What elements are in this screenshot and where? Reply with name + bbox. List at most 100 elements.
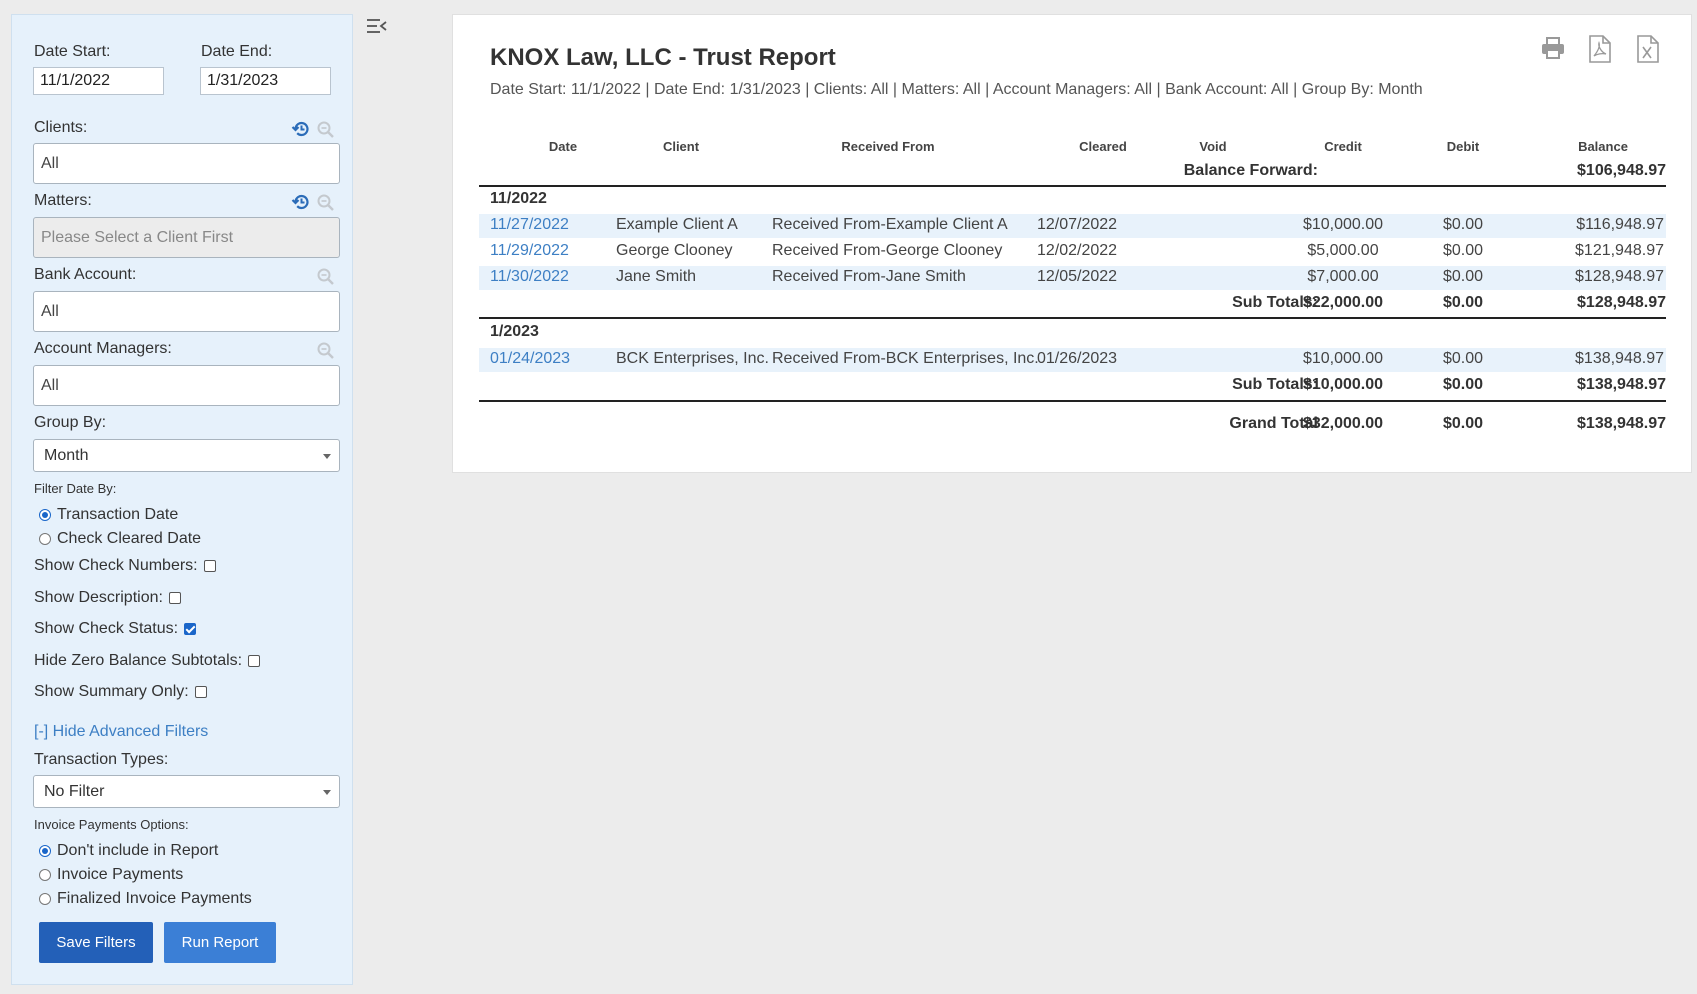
row-client: BCK Enterprises, Inc. (616, 350, 769, 367)
matters-reset-icon[interactable] (291, 192, 311, 217)
divider (479, 400, 1666, 402)
excel-icon[interactable] (1636, 35, 1660, 68)
row-debit: $0.00 (1442, 242, 1484, 259)
grand-total-debit: $0.00 (1442, 415, 1484, 432)
hide-zero-balance-label: Hide Zero Balance Subtotals: (34, 652, 243, 669)
radio-dont-include[interactable]: Don't include in Report (39, 842, 218, 860)
subtotal-debit: $0.00 (1442, 294, 1484, 311)
matters-search-icon[interactable] (316, 193, 335, 217)
radio-finalized-invoice-payments-label: Finalized Invoice Payments (57, 890, 252, 907)
bank-account-search-icon[interactable] (316, 267, 335, 291)
show-check-status-checkbox[interactable] (184, 623, 197, 635)
hide-zero-balance-row[interactable]: Hide Zero Balance Subtotals: (34, 652, 261, 670)
col-header-cleared: Cleared (1079, 139, 1127, 154)
col-header-debit: Debit (1446, 139, 1480, 154)
radio-unselected-icon[interactable] (39, 533, 51, 545)
row-client: George Clooney (616, 242, 733, 259)
show-description-checkbox[interactable] (168, 592, 181, 604)
date-start-input[interactable] (33, 67, 164, 95)
pdf-icon[interactable] (1588, 35, 1612, 68)
row-credit: $10,000.00 (1302, 350, 1384, 367)
group-by-label: Group By: (34, 414, 107, 431)
account-managers-field[interactable]: All (33, 365, 340, 406)
radio-check-cleared-date[interactable]: Check Cleared Date (39, 530, 201, 548)
radio-transaction-date[interactable]: Transaction Date (39, 506, 178, 524)
row-received-from: Received From-Example Client A (772, 216, 1008, 233)
show-description-label: Show Description: (34, 589, 163, 606)
row-balance: $121,948.97 (1575, 242, 1664, 259)
date-end-label: Date End: (201, 43, 273, 60)
row-debit: $0.00 (1442, 350, 1484, 367)
radio-invoice-payments-label: Invoice Payments (57, 866, 184, 883)
show-check-status-label: Show Check Status: (34, 620, 179, 637)
radio-selected-icon[interactable] (39, 509, 51, 521)
show-check-numbers-row[interactable]: Show Check Numbers: (34, 557, 216, 575)
balance-forward-value: $106,948.97 (1577, 162, 1666, 179)
save-filters-button[interactable]: Save Filters (39, 922, 153, 963)
show-check-numbers-label: Show Check Numbers: (34, 557, 198, 574)
transaction-date-link[interactable]: 11/29/2022 (490, 242, 569, 260)
radio-check-cleared-date-label: Check Cleared Date (57, 530, 202, 547)
col-header-balance: Balance (1578, 139, 1628, 154)
matters-field: Please Select a Client First (33, 217, 340, 258)
transaction-date-link[interactable]: 11/27/2022 (490, 216, 569, 234)
account-managers-search-icon[interactable] (316, 341, 335, 365)
show-check-status-row[interactable]: Show Check Status: (34, 620, 197, 638)
run-report-button[interactable]: Run Report (164, 922, 276, 963)
row-credit: $5,000.00 (1307, 242, 1379, 259)
show-description-row[interactable]: Show Description: (34, 589, 181, 607)
row-cleared: 12/02/2022 (1037, 242, 1118, 259)
clients-search-icon[interactable] (316, 120, 335, 144)
row-credit: $7,000.00 (1307, 268, 1379, 285)
radio-selected-icon[interactable] (39, 845, 51, 857)
radio-invoice-payments[interactable]: Invoice Payments (39, 866, 183, 884)
hide-zero-balance-checkbox[interactable] (248, 655, 261, 667)
group-label: 1/2023 (490, 323, 539, 340)
date-end-input[interactable] (200, 67, 331, 95)
radio-finalized-invoice-payments[interactable]: Finalized Invoice Payments (39, 890, 252, 908)
row-debit: $0.00 (1442, 216, 1484, 233)
group-by-select[interactable]: Month (33, 439, 340, 472)
col-header-date: Date (548, 139, 578, 154)
row-cleared: 12/07/2022 (1037, 216, 1118, 233)
bank-account-field[interactable]: All (33, 291, 340, 332)
filter-sidebar: Date Start: Date End: Clients: All Matte… (11, 14, 353, 985)
show-summary-only-row[interactable]: Show Summary Only: (34, 683, 207, 701)
clients-value: All (41, 154, 59, 172)
group-label: 11/2022 (490, 190, 547, 207)
chevron-down-icon (323, 453, 331, 459)
radio-unselected-icon[interactable] (39, 869, 51, 881)
transaction-types-label: Transaction Types: (34, 751, 169, 768)
clients-field[interactable]: All (33, 143, 340, 184)
col-header-credit: Credit (1324, 139, 1362, 154)
clients-label: Clients: (34, 119, 88, 136)
clients-reset-icon[interactable] (291, 119, 311, 144)
row-client: Jane Smith (616, 268, 697, 285)
show-summary-only-checkbox[interactable] (194, 686, 207, 698)
row-received-from: Received From-BCK Enterprises, Inc. (772, 350, 1039, 367)
row-cleared: 01/26/2023 (1037, 350, 1118, 367)
col-header-void: Void (1199, 139, 1227, 154)
transaction-date-link[interactable]: 01/24/2023 (490, 350, 570, 368)
radio-unselected-icon[interactable] (39, 893, 51, 905)
filter-date-by-label: Filter Date By: (34, 481, 117, 496)
row-received-from: Received From-George Clooney (772, 242, 1003, 259)
report-filter-summary: Date Start: 11/1/2022 | Date End: 1/31/2… (490, 81, 1423, 98)
chevron-down-icon (323, 789, 331, 795)
subtotal-credit: $22,000.00 (1302, 294, 1384, 311)
subtotal-debit: $0.00 (1442, 376, 1484, 393)
subtotal-balance: $128,948.97 (1577, 294, 1666, 311)
show-check-numbers-checkbox[interactable] (203, 560, 216, 572)
matters-label: Matters: (34, 192, 92, 209)
report-title: KNOX Law, LLC - Trust Report (490, 44, 836, 71)
transaction-date-link[interactable]: 11/30/2022 (490, 268, 569, 286)
printer-icon[interactable] (1540, 35, 1566, 66)
hide-advanced-filters-link[interactable]: [-] Hide Advanced Filters (34, 723, 208, 741)
collapse-sidebar-icon[interactable] (366, 18, 388, 41)
transaction-types-select[interactable]: No Filter (33, 775, 340, 808)
matters-placeholder: Please Select a Client First (41, 228, 234, 246)
account-managers-label: Account Managers: (34, 340, 172, 357)
date-start-label: Date Start: (34, 43, 111, 60)
grand-total-credit: $32,000.00 (1302, 415, 1384, 432)
row-client: Example Client A (616, 216, 738, 233)
